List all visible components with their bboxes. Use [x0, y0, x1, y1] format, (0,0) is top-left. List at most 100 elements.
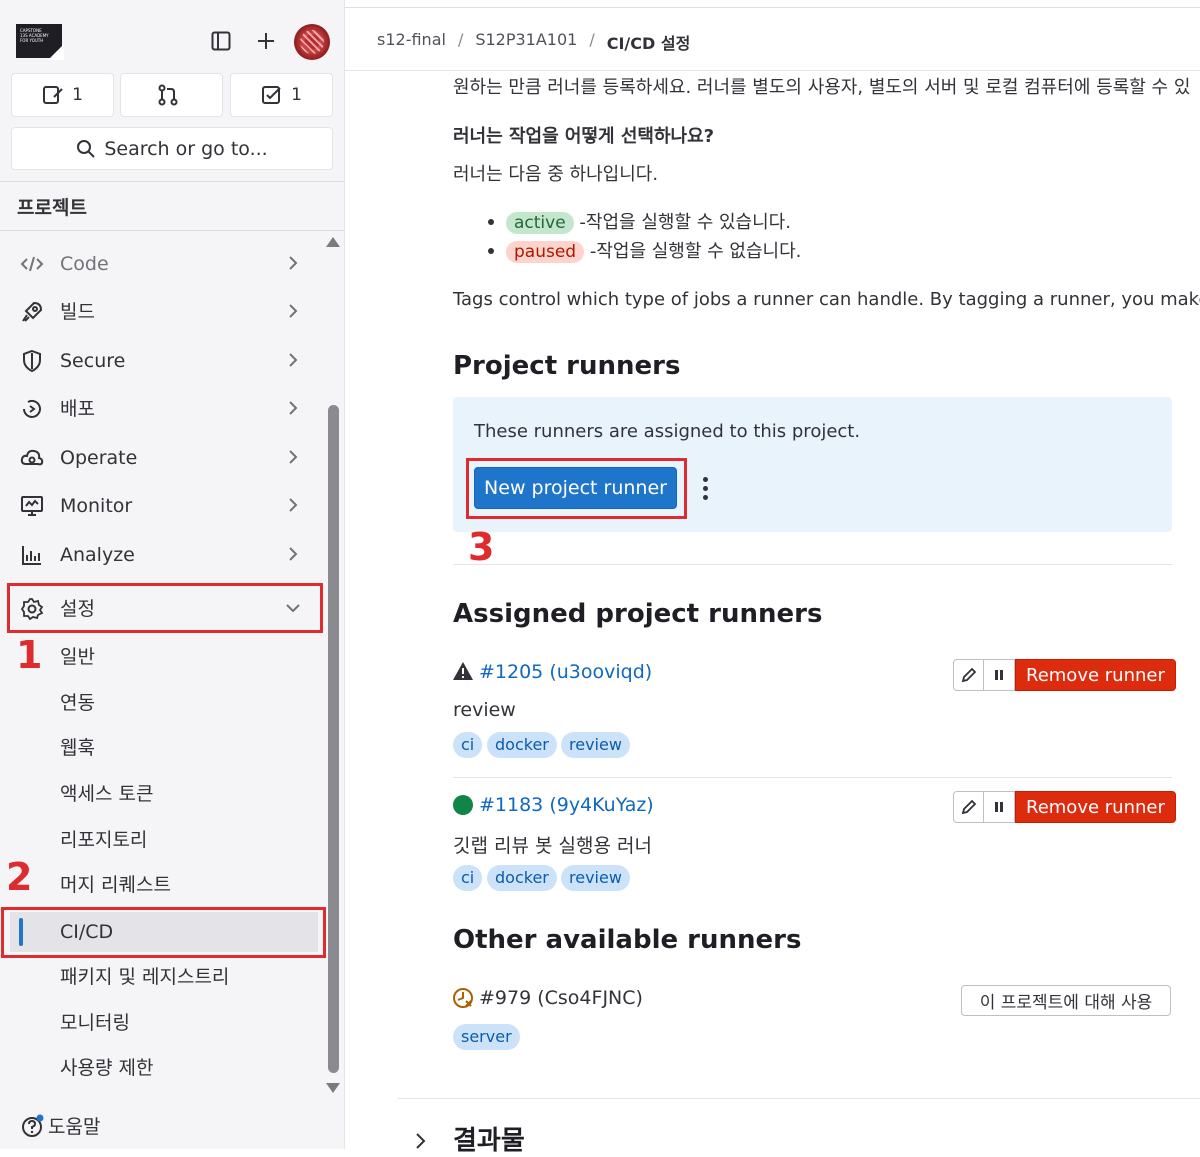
avatar[interactable] — [294, 24, 330, 60]
runner-tag: review — [561, 732, 630, 758]
annotation-number-3: 3 — [468, 525, 495, 569]
merge-requests-counter[interactable] — [120, 73, 223, 117]
stale-clock-icon — [453, 988, 473, 1008]
runner-description: review — [453, 699, 516, 721]
question-heading: 러너는 작업을 어떻게 선택하나요? — [453, 126, 715, 147]
sidebar-scrollbar[interactable] — [328, 405, 339, 1073]
runner-id[interactable]: #979 (Cso4FJNC) — [479, 987, 643, 1009]
divider — [398, 1098, 1200, 1099]
sub-item-label: 연동 — [60, 692, 95, 714]
nav-item-code[interactable]: Code — [10, 242, 318, 286]
runner-description: 깃랩 리뷰 봇 실행용 러너 — [453, 835, 652, 857]
divider — [0, 230, 345, 231]
sub-item-general[interactable]: 일반 — [10, 637, 318, 677]
nav-label: Monitor — [60, 495, 133, 517]
warning-icon — [453, 662, 473, 680]
nav-item-monitor[interactable]: Monitor — [10, 484, 318, 528]
sub-item-packages[interactable]: 패키지 및 레지스트리 — [10, 957, 318, 997]
more-actions-icon[interactable] — [701, 477, 709, 501]
runner-states-intro: 러너는 다음 중 하나입니다. — [453, 164, 659, 185]
nav-label: Code — [60, 253, 109, 275]
sub-item-access-tokens[interactable]: 액세스 토큰 — [10, 774, 318, 814]
issues-counter[interactable]: 1 — [11, 73, 114, 117]
search-icon — [77, 139, 96, 158]
runner-actions: Remove runner — [953, 659, 1176, 691]
state-active-line: active -작업을 실행할 수 있습니다. — [506, 208, 791, 234]
annotation-number-1: 1 — [16, 633, 43, 677]
active-badge: active — [506, 212, 574, 234]
sub-item-integrations[interactable]: 연동 — [10, 683, 318, 723]
bullet — [488, 248, 494, 254]
nav-item-analyze[interactable]: Analyze — [10, 533, 318, 577]
tags-description: Tags control which type of jobs a runner… — [453, 289, 1200, 310]
paused-badge: paused — [506, 241, 585, 263]
runner-tag: review — [561, 865, 630, 891]
sub-item-label: 사용량 제한 — [60, 1057, 154, 1079]
chevron-right-icon — [289, 450, 298, 464]
runner-link[interactable]: #1183 (9y4KuYaz) — [479, 794, 654, 816]
logo[interactable]: CAPSTONE 13S ACADEMY FOR YOUTH — [16, 24, 64, 60]
edit-runner-button[interactable] — [953, 791, 984, 823]
merge-request-icon — [158, 84, 177, 106]
artifacts-heading[interactable]: 결과물 — [453, 1120, 525, 1157]
scroll-up-arrow-icon[interactable] — [326, 237, 340, 247]
nav-item-build[interactable]: 빌드 — [10, 290, 318, 334]
nav-item-deploy[interactable]: 배포 — [10, 387, 318, 431]
state-text: -작업을 실행할 수 있습니다. — [579, 212, 791, 233]
breadcrumb-item[interactable]: S12P31A101 — [475, 30, 577, 54]
edit-runner-button[interactable] — [953, 659, 984, 691]
pause-runner-button[interactable] — [984, 791, 1015, 823]
pause-icon — [995, 802, 1003, 812]
runner-tag: ci — [453, 865, 483, 891]
todo-icon — [262, 86, 281, 104]
sub-item-usage-quotas[interactable]: 사용량 제한 — [10, 1048, 318, 1088]
nav-item-operate[interactable]: Operate — [10, 436, 318, 480]
search-placeholder: Search or go to... — [104, 137, 268, 160]
nav-item-secure[interactable]: Secure — [10, 339, 318, 383]
annotation-box-1 — [7, 583, 323, 633]
section-title: 프로젝트 — [17, 197, 87, 219]
scroll-down-arrow-icon[interactable] — [326, 1083, 340, 1093]
chevron-right-icon[interactable] — [412, 1132, 428, 1149]
chevron-right-icon — [289, 547, 298, 561]
help-link[interactable]: 도움말 — [20, 1112, 100, 1139]
pencil-icon — [961, 799, 976, 815]
sub-item-merge-requests[interactable]: 머지 리퀘스트 — [10, 865, 318, 905]
sub-item-monitoring[interactable]: 모니터링 — [10, 1003, 318, 1043]
breadcrumb-item[interactable]: s12-final — [377, 30, 446, 54]
chevron-right-icon — [289, 353, 298, 367]
sub-item-label: 머지 리퀘스트 — [60, 874, 171, 896]
remove-runner-button[interactable]: Remove runner — [1015, 791, 1176, 823]
nav-label: 빌드 — [60, 301, 95, 323]
state-text: -작업을 실행할 수 없습니다. — [589, 241, 802, 262]
state-paused-line: paused -작업을 실행할 수 없습니다. — [506, 237, 801, 263]
sub-item-label: 일반 — [60, 646, 95, 668]
chevron-right-icon — [289, 498, 298, 512]
pencil-icon — [961, 667, 976, 683]
todo-count: 1 — [291, 85, 302, 105]
pause-runner-button[interactable] — [984, 659, 1015, 691]
nav-label: Secure — [60, 350, 126, 372]
nav-label: Analyze — [60, 544, 135, 566]
toggle-sidebar-icon[interactable] — [204, 24, 238, 58]
divider — [453, 564, 1172, 565]
cloud-icon — [20, 449, 44, 466]
help-icon — [22, 1114, 44, 1137]
sidebar: CAPSTONE 13S ACADEMY FOR YOUTH 1 1 Searc… — [0, 0, 345, 1149]
help-label: 도움말 — [48, 1116, 101, 1138]
todo-counter[interactable]: 1 — [230, 73, 333, 117]
project-runners-heading: Project runners — [453, 351, 681, 381]
shield-icon — [23, 349, 41, 373]
enable-for-project-button[interactable]: 이 프로젝트에 대해 사용 — [961, 985, 1171, 1016]
breadcrumb-separator: / — [589, 30, 595, 49]
runner-actions: Remove runner — [953, 791, 1176, 823]
breadcrumb-current[interactable]: CI/CD 설정 — [607, 30, 691, 54]
sub-item-webhooks[interactable]: 웹훅 — [10, 728, 318, 768]
runner-link[interactable]: #1205 (u3ooviqd) — [479, 661, 652, 683]
plus-icon[interactable] — [249, 24, 283, 58]
remove-runner-button[interactable]: Remove runner — [1015, 659, 1176, 691]
sub-item-label: 액세스 토큰 — [60, 783, 154, 805]
assigned-runners-heading: Assigned project runners — [453, 599, 823, 629]
search-input[interactable]: Search or go to... — [11, 127, 333, 170]
sub-item-repository[interactable]: 리포지토리 — [10, 820, 318, 860]
